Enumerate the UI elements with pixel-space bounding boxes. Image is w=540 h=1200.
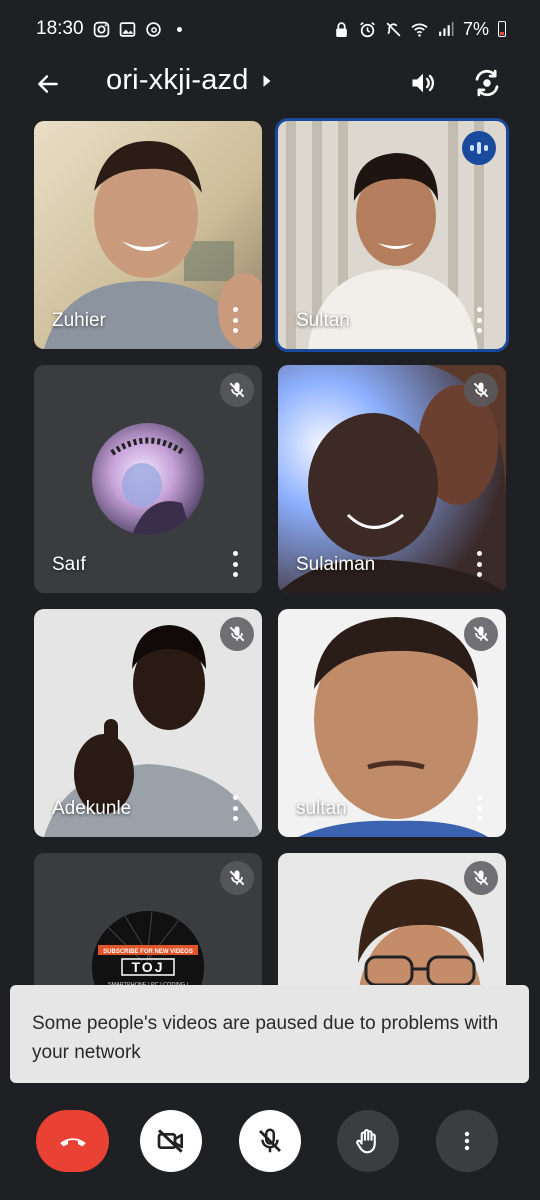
participant-tile-sulaiman[interactable]: Sulaiman: [278, 365, 506, 593]
participant-more-button[interactable]: [474, 551, 484, 577]
avatar: [92, 423, 204, 535]
instagram-icon: [93, 21, 109, 37]
participant-more-button[interactable]: [230, 795, 240, 821]
participant-tile-sultan[interactable]: Sultan: [275, 118, 509, 352]
threads-icon: [145, 21, 161, 37]
muted-indicator: [464, 373, 498, 407]
mic-off-icon: [229, 626, 245, 642]
network-warning-toast: Some people's videos are paused due to p…: [10, 985, 529, 1083]
participant-name: Sulaiman: [296, 554, 376, 575]
participant-name: Adekunle: [52, 798, 132, 819]
participant-tile-adekunle[interactable]: Adekunle: [34, 609, 262, 837]
participant-name: Sultan: [296, 310, 350, 331]
camera-toggle-button[interactable]: [140, 1110, 202, 1172]
hand-icon: [356, 1129, 376, 1154]
end-call-button[interactable]: [36, 1110, 109, 1172]
camera-off-icon: [157, 1129, 183, 1153]
more-vert-icon: [464, 1131, 470, 1151]
notification-dot-icon: [176, 26, 182, 32]
muted-indicator: [464, 861, 498, 895]
signal-icon: [439, 21, 454, 36]
meeting-title-button[interactable]: ori-xkji-azd: [106, 64, 273, 97]
switch-camera-icon: [475, 69, 499, 97]
speaker-icon: [412, 73, 435, 93]
meeting-code: ori-xkji-azd: [106, 64, 249, 96]
mic-off-icon: [473, 870, 489, 886]
meeting-header: ori-xkji-azd: [0, 58, 540, 108]
mic-off-icon: [473, 626, 489, 642]
phone-hangup-icon: [59, 1138, 86, 1147]
toast-message: Some people's videos are paused due to p…: [32, 1013, 499, 1063]
switch-camera-button[interactable]: [470, 66, 504, 100]
participant-more-button[interactable]: [230, 307, 240, 333]
lock-icon: [336, 21, 347, 37]
participant-more-button[interactable]: [474, 795, 484, 821]
speaker-button[interactable]: [406, 66, 440, 100]
avatar-banner-text: SUBSCRIBE FOR NEW VIDEOS: [103, 949, 193, 955]
speaking-indicator-icon: [462, 131, 496, 165]
participant-more-button[interactable]: [474, 307, 484, 333]
muted-indicator: [220, 861, 254, 895]
mic-off-icon: [229, 382, 245, 398]
status-bar: 18:30 7%: [0, 0, 540, 58]
alarm-icon: [360, 21, 375, 37]
raise-hand-button[interactable]: [337, 1110, 399, 1172]
gallery-icon: [119, 21, 135, 37]
battery-percent: 7%: [462, 18, 489, 39]
participant-name: sultan: [296, 798, 347, 819]
battery-icon: [498, 21, 506, 37]
mic-toggle-button[interactable]: [239, 1110, 301, 1172]
mic-off-icon: [229, 870, 245, 886]
status-time: 18:30: [36, 18, 84, 39]
call-controls: [0, 1100, 540, 1200]
mic-off-icon: [259, 1128, 281, 1153]
wifi-icon: [411, 23, 428, 37]
avatar-logo-text: TOJ: [132, 959, 165, 975]
more-options-button[interactable]: [436, 1110, 498, 1172]
participant-name: Saıf: [52, 554, 86, 575]
back-button[interactable]: [32, 68, 64, 100]
participant-tile-zuhier[interactable]: Zuhier: [34, 121, 262, 349]
participant-tile-saif[interactable]: Saıf: [34, 365, 262, 593]
participant-tile-sultan-2[interactable]: sultan: [278, 609, 506, 837]
participant-name: Zuhier: [52, 310, 106, 331]
muted-indicator: [464, 617, 498, 651]
mic-off-icon: [473, 382, 489, 398]
mute-icon: [386, 22, 401, 36]
muted-indicator: [220, 617, 254, 651]
muted-indicator: [220, 373, 254, 407]
avatar-image: [92, 423, 204, 535]
chevron-right-icon: [263, 74, 271, 87]
arrow-left-icon: [38, 75, 58, 93]
participant-more-button[interactable]: [230, 551, 240, 577]
